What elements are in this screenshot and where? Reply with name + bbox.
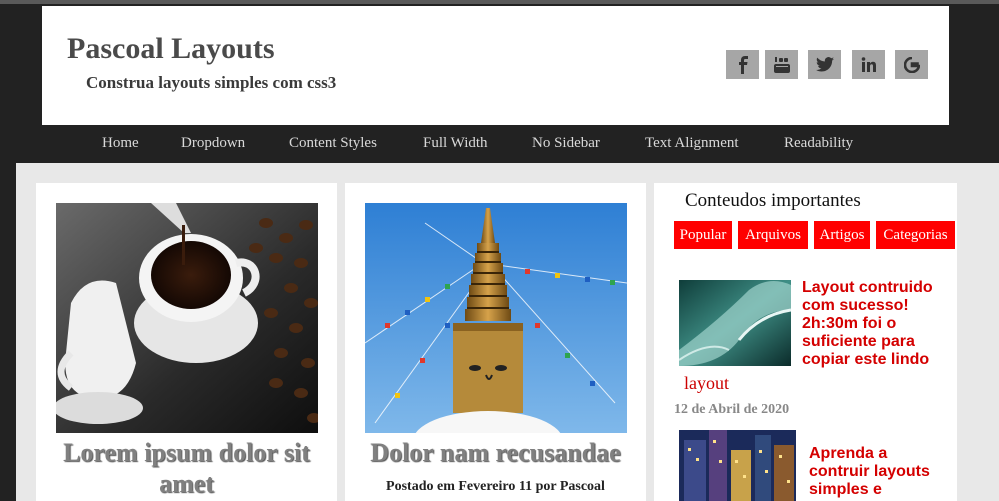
stupa-image[interactable] xyxy=(365,203,627,433)
city-night-thumbnail[interactable] xyxy=(679,430,796,501)
post-title[interactable]: Aprenda a contruir layouts simples e xyxy=(809,445,944,499)
post-card: Lorem ipsum dolor sit amet xyxy=(36,183,337,501)
youtube-icon xyxy=(773,56,790,73)
post-date: 12 de Abril de 2020 xyxy=(674,402,790,417)
sidebar-title: Conteudos importantes xyxy=(685,190,861,211)
nav-item-text-alignment[interactable]: Text Alignment xyxy=(645,135,739,152)
google-icon xyxy=(903,56,920,73)
sidebar: Conteudos importantes Popular Arquivos A… xyxy=(654,183,957,501)
nav-item-full-width[interactable]: Full Width xyxy=(423,135,488,152)
ocean-wave-thumbnail[interactable] xyxy=(679,280,791,366)
card-meta: Postado em Fevereiro 11 por Pascoal xyxy=(386,479,605,494)
tab-arquivos[interactable]: Arquivos xyxy=(738,221,808,249)
facebook-button[interactable] xyxy=(726,50,759,79)
nav-item-home[interactable]: Home xyxy=(102,135,139,152)
site-header: Pascoal Layouts Construa layouts simples… xyxy=(42,6,949,125)
tab-artigos[interactable]: Artigos xyxy=(814,221,870,249)
card-title[interactable]: Dolor nam recusandae xyxy=(345,437,646,468)
google-button[interactable] xyxy=(895,50,928,79)
nav-item-content-styles[interactable]: Content Styles xyxy=(289,135,377,152)
post-card: Dolor nam recusandae Postado em Fevereir… xyxy=(345,183,646,501)
site-title[interactable]: Pascoal Layouts xyxy=(67,32,275,66)
twitter-icon xyxy=(815,57,834,72)
post-title[interactable]: Layout contruido com sucesso! 2h:30m foi… xyxy=(802,279,942,369)
tab-categorias[interactable]: Categorias xyxy=(876,221,955,249)
main-nav: Home Dropdown Content Styles Full Width … xyxy=(42,125,949,163)
linkedin-icon xyxy=(861,56,876,72)
tab-popular[interactable]: Popular xyxy=(674,221,732,249)
content-area: Lorem ipsum dolor sit amet Dolor nam rec… xyxy=(16,163,999,501)
nav-item-dropdown[interactable]: Dropdown xyxy=(181,135,245,152)
twitter-button[interactable] xyxy=(808,50,841,79)
youtube-button[interactable] xyxy=(765,50,798,79)
card-title[interactable]: Lorem ipsum dolor sit amet xyxy=(36,437,337,499)
nav-item-readability[interactable]: Readability xyxy=(784,135,853,152)
coffee-cup-image[interactable] xyxy=(56,203,318,433)
top-border xyxy=(0,0,999,4)
post-extra[interactable]: layout xyxy=(684,373,729,394)
nav-item-no-sidebar[interactable]: No Sidebar xyxy=(532,135,600,152)
facebook-icon xyxy=(738,55,748,74)
linkedin-button[interactable] xyxy=(852,50,885,79)
site-tagline: Construa layouts simples com css3 xyxy=(86,73,337,92)
